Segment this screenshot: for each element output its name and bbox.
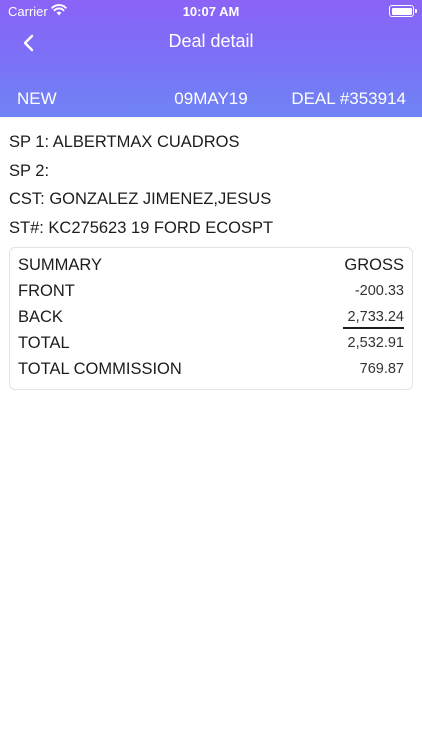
- summary-row-commission: TOTAL COMMISSION 769.87: [10, 360, 412, 386]
- gross-label: GROSS: [344, 256, 404, 274]
- header: Carrier 10:07 AM Deal detail NEW 09MAY19…: [0, 0, 422, 117]
- summary-card: SUMMARY GROSS FRONT -200.33 BACK 2,733.2…: [9, 247, 413, 390]
- summary-row-front: FRONT -200.33: [10, 282, 412, 308]
- summary-row-label: TOTAL: [18, 334, 70, 352]
- summary-row-value: 2,733.24: [347, 309, 404, 325]
- summary-header: SUMMARY GROSS: [10, 256, 412, 282]
- summary-row-back: BACK 2,733.24: [10, 308, 412, 334]
- status-bar: Carrier 10:07 AM: [0, 0, 422, 22]
- deal-details: SP 1: ALBERTMAX CUADROS SP 2: CST: GONZA…: [9, 128, 273, 242]
- summary-row-label: BACK: [18, 308, 63, 326]
- stock-number: ST#: KC275623 19 FORD ECOSPT: [9, 218, 274, 237]
- subtotal-divider: [343, 327, 404, 329]
- page-title: Deal detail: [168, 31, 254, 51]
- nav-bar: Deal detail: [0, 22, 422, 62]
- summary-row-value: -200.33: [354, 283, 404, 299]
- summary-row-label: FRONT: [18, 282, 75, 300]
- summary-row-label: TOTAL COMMISSION: [18, 360, 182, 378]
- summary-label: SUMMARY: [18, 256, 103, 274]
- summary-row-value: 2,532.91: [347, 335, 404, 351]
- summary-row-value: 769.87: [359, 361, 404, 377]
- deal-info-bar: NEW 09MAY19 DEAL #353914: [0, 86, 422, 112]
- summary-row-total: TOTAL 2,532.91: [10, 334, 412, 360]
- battery-icon: [389, 5, 417, 17]
- salesperson-2: SP 2:: [9, 161, 50, 180]
- customer: CST: GONZALEZ JIMENEZ,JESUS: [9, 190, 272, 208]
- deal-number: DEAL #353914: [291, 89, 406, 108]
- clock: 10:07 AM: [182, 4, 240, 19]
- salesperson-1: SP 1: ALBERTMAX CUADROS: [9, 133, 240, 151]
